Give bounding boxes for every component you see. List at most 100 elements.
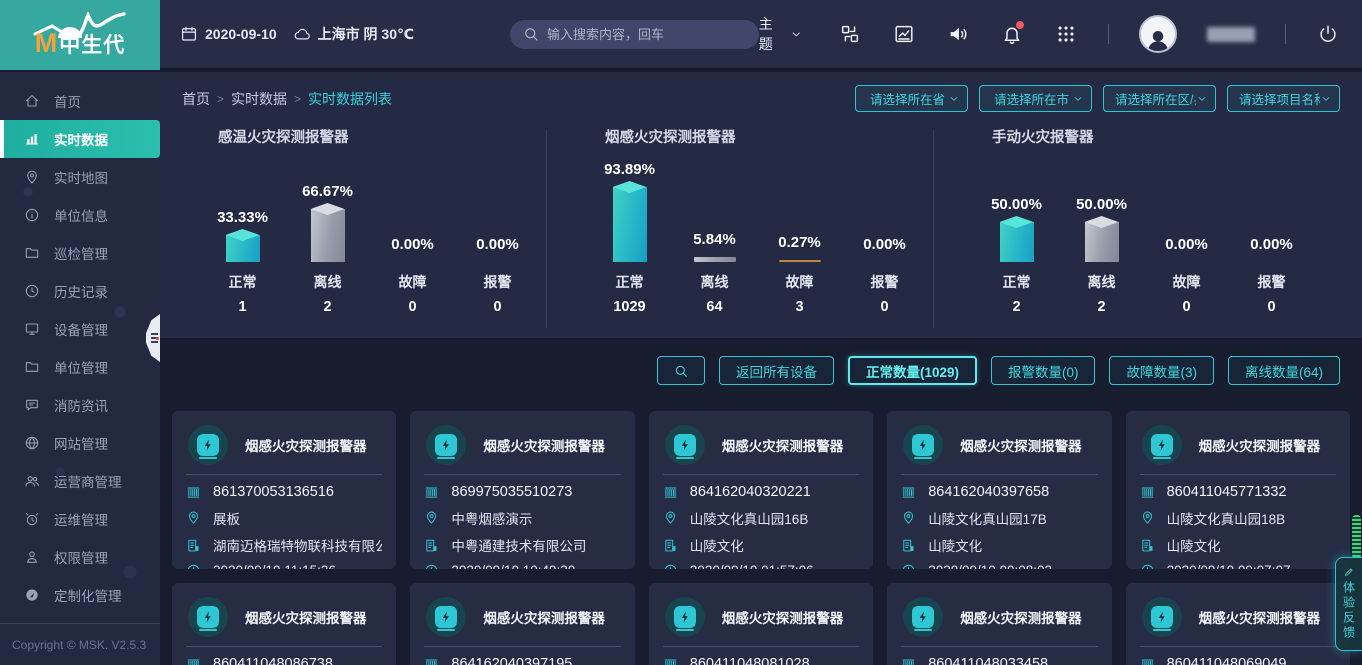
- sound-button[interactable]: [946, 22, 970, 46]
- message-icon: [24, 397, 40, 413]
- toolbar-button-2[interactable]: 正常数量(1029): [848, 356, 977, 385]
- card-serial-row: 860411048033458: [901, 656, 1097, 665]
- status-column-报警: 0.00%报警0: [455, 149, 540, 321]
- doc-icon: [186, 538, 201, 553]
- status-percent: 5.84%: [693, 231, 736, 248]
- device-card-3[interactable]: 烟感火灾探测报警器864162040320221山陵文化真山园16B山陵文化20…: [649, 411, 873, 569]
- search-input[interactable]: [547, 27, 747, 42]
- history-icon: [663, 563, 678, 570]
- device-card-10[interactable]: 烟感火灾探测报警器860411048069049山陵文化真山园: [1126, 583, 1350, 665]
- device-card-7[interactable]: 烟感火灾探测报警器864162040397195山陵文化真山园: [410, 583, 634, 665]
- breadcrumb-item[interactable]: 实时数据列表: [308, 89, 392, 109]
- status-value: 1029: [613, 299, 645, 321]
- folder-icon: [24, 359, 40, 375]
- device-card-4[interactable]: 烟感火灾探测报警器864162040397658山陵文化真山园17B山陵文化20…: [887, 411, 1111, 569]
- card-header: 烟感火灾探测报警器: [901, 420, 1097, 474]
- card-location-row: 山陵文化真山园17B: [901, 508, 1097, 528]
- app-logo[interactable]: M中生代: [0, 0, 160, 70]
- scrollbar-thumb[interactable]: [1352, 515, 1361, 559]
- device-card-2[interactable]: 烟感火灾探测报警器869975035510273中粤烟感演示中粤通建技术有限公司…: [410, 411, 634, 569]
- sidebar-item-11[interactable]: 运营商管理: [0, 462, 160, 500]
- card-header: 烟感火灾探测报警器: [901, 592, 1097, 646]
- bolt-icon: [1155, 438, 1169, 452]
- toolbar-button-3[interactable]: 报警数量(0): [991, 356, 1096, 385]
- map-pin-icon: [186, 510, 201, 525]
- smoke-detector-icon: [188, 597, 228, 637]
- apps-icon: [1055, 23, 1077, 45]
- card-header: 烟感火灾探测报警器: [1140, 420, 1336, 474]
- breadcrumb-item[interactable]: 实时数据: [231, 89, 287, 109]
- bolt-icon: [201, 610, 215, 624]
- home-icon: [24, 93, 40, 109]
- barcode-icon: [1140, 485, 1155, 500]
- device-card-8[interactable]: 烟感火灾探测报警器860411048081028山陵文化真山园: [649, 583, 873, 665]
- barcode-icon: [901, 485, 916, 500]
- sidebar-item-7[interactable]: 设备管理: [0, 310, 160, 348]
- org-switch-button[interactable]: [838, 22, 862, 46]
- map-pin-icon: [24, 169, 40, 185]
- summary-panel: 首页>实时数据>实时数据列表 请选择所在省请选择所在市请选择所在区/县请选择项目…: [160, 72, 1362, 338]
- sidebar-item-label: 首页: [54, 91, 81, 111]
- toolbar-button-4[interactable]: 故障数量(3): [1109, 356, 1214, 385]
- sidebar: 首页实时数据实时地图单位信息巡检管理历史记录设备管理单位管理消防资讯网站管理运营…: [0, 72, 160, 665]
- sidebar-item-12[interactable]: 运维管理: [0, 500, 160, 538]
- globe-icon: [24, 435, 40, 451]
- device-card-6[interactable]: 烟感火灾探测报警器860411048086738山陵文化真山园: [172, 583, 396, 665]
- filter-select-1[interactable]: 请选择所在省: [855, 85, 968, 112]
- breadcrumb-item[interactable]: 首页: [182, 89, 210, 109]
- sidebar-item-8[interactable]: 单位管理: [0, 348, 160, 386]
- search-devices-button[interactable]: [657, 356, 705, 385]
- chart-group-title: 烟感火灾探测报警器: [605, 126, 933, 147]
- sidebar-item-label: 网站管理: [54, 433, 108, 453]
- sidebar-item-10[interactable]: 网站管理: [0, 424, 160, 462]
- apps-menu-button[interactable]: [1054, 22, 1078, 46]
- global-search[interactable]: [510, 20, 759, 49]
- card-divider: [186, 474, 382, 475]
- chart-group-3: 手动火灾报警器50.00%正常250.00%离线20.00%故障00.00%报警…: [934, 116, 1362, 328]
- sidebar-item-13[interactable]: 权限管理: [0, 538, 160, 576]
- cloud-icon: [293, 25, 311, 43]
- sidebar-item-6[interactable]: 历史记录: [0, 272, 160, 310]
- theme-selector[interactable]: 主题: [759, 14, 802, 54]
- toolbar-button-1[interactable]: 返回所有设备: [719, 356, 834, 385]
- doc-icon: [663, 538, 678, 553]
- card-divider: [663, 646, 859, 647]
- map-pin-icon: [1140, 510, 1155, 525]
- status-value: 0: [493, 299, 501, 321]
- sidebar-item-14[interactable]: 定制化管理: [0, 576, 160, 614]
- filter-select-2[interactable]: 请选择所在市: [979, 85, 1092, 112]
- filter-select-3[interactable]: 请选择所在区/县: [1103, 85, 1216, 112]
- status-label: 报警: [484, 272, 512, 292]
- status-column-正常: 50.00%正常2: [974, 149, 1059, 321]
- status-label: 故障: [786, 272, 814, 292]
- device-status-charts: 感温火灾探测报警器33.33%正常166.67%离线20.00%故障00.00%…: [160, 116, 1362, 328]
- sidebar-item-9[interactable]: 消防资讯: [0, 386, 160, 424]
- top-header: M中生代 2020-09-10 上海市 阴 30℃ 主题: [0, 0, 1362, 70]
- notifications-button[interactable]: [1000, 22, 1024, 46]
- history-icon: [186, 563, 201, 570]
- device-card-9[interactable]: 烟感火灾探测报警器860411048033458山陵文化真山园: [887, 583, 1111, 665]
- chart-report-button[interactable]: [892, 22, 916, 46]
- logout-button[interactable]: [1316, 22, 1340, 46]
- chart-group-1: 感温火灾探测报警器33.33%正常166.67%离线20.00%故障00.00%…: [160, 116, 546, 328]
- doc-icon: [1140, 538, 1155, 553]
- sidebar-item-4[interactable]: 单位信息: [0, 196, 160, 234]
- card-company-row: 中粤通建技术有限公司: [424, 535, 620, 555]
- card-serial-row: 864162040397195: [424, 656, 620, 665]
- copyright-text: Copyright © MSK. V2.5.3: [0, 623, 160, 665]
- sidebar-item-5[interactable]: 巡检管理: [0, 234, 160, 272]
- sidebar-item-3[interactable]: 实时地图: [0, 158, 160, 196]
- filter-select-4[interactable]: 请选择项目名称: [1227, 85, 1340, 112]
- card-location-row: 山陵文化真山园16B: [663, 508, 859, 528]
- device-card-5[interactable]: 烟感火灾探测报警器860411045771332山陵文化真山园18B山陵文化20…: [1126, 411, 1350, 569]
- card-company-row: 湖南迈格瑞特物联科技有限公司: [186, 535, 382, 555]
- sidebar-item-1[interactable]: 首页: [0, 82, 160, 120]
- device-card-1[interactable]: 烟感火灾探测报警器861370053136516展板湖南迈格瑞特物联科技有限公司…: [172, 411, 396, 569]
- toolbar-button-5[interactable]: 离线数量(64): [1228, 356, 1340, 385]
- card-title: 烟感火灾探测报警器: [960, 435, 1082, 455]
- user-avatar[interactable]: [1139, 15, 1177, 53]
- feedback-tab[interactable]: 体验反馈: [1335, 557, 1362, 651]
- card-company-row: 山陵文化: [901, 535, 1097, 555]
- sidebar-item-2[interactable]: 实时数据: [0, 120, 160, 158]
- barcode-icon: [186, 485, 201, 500]
